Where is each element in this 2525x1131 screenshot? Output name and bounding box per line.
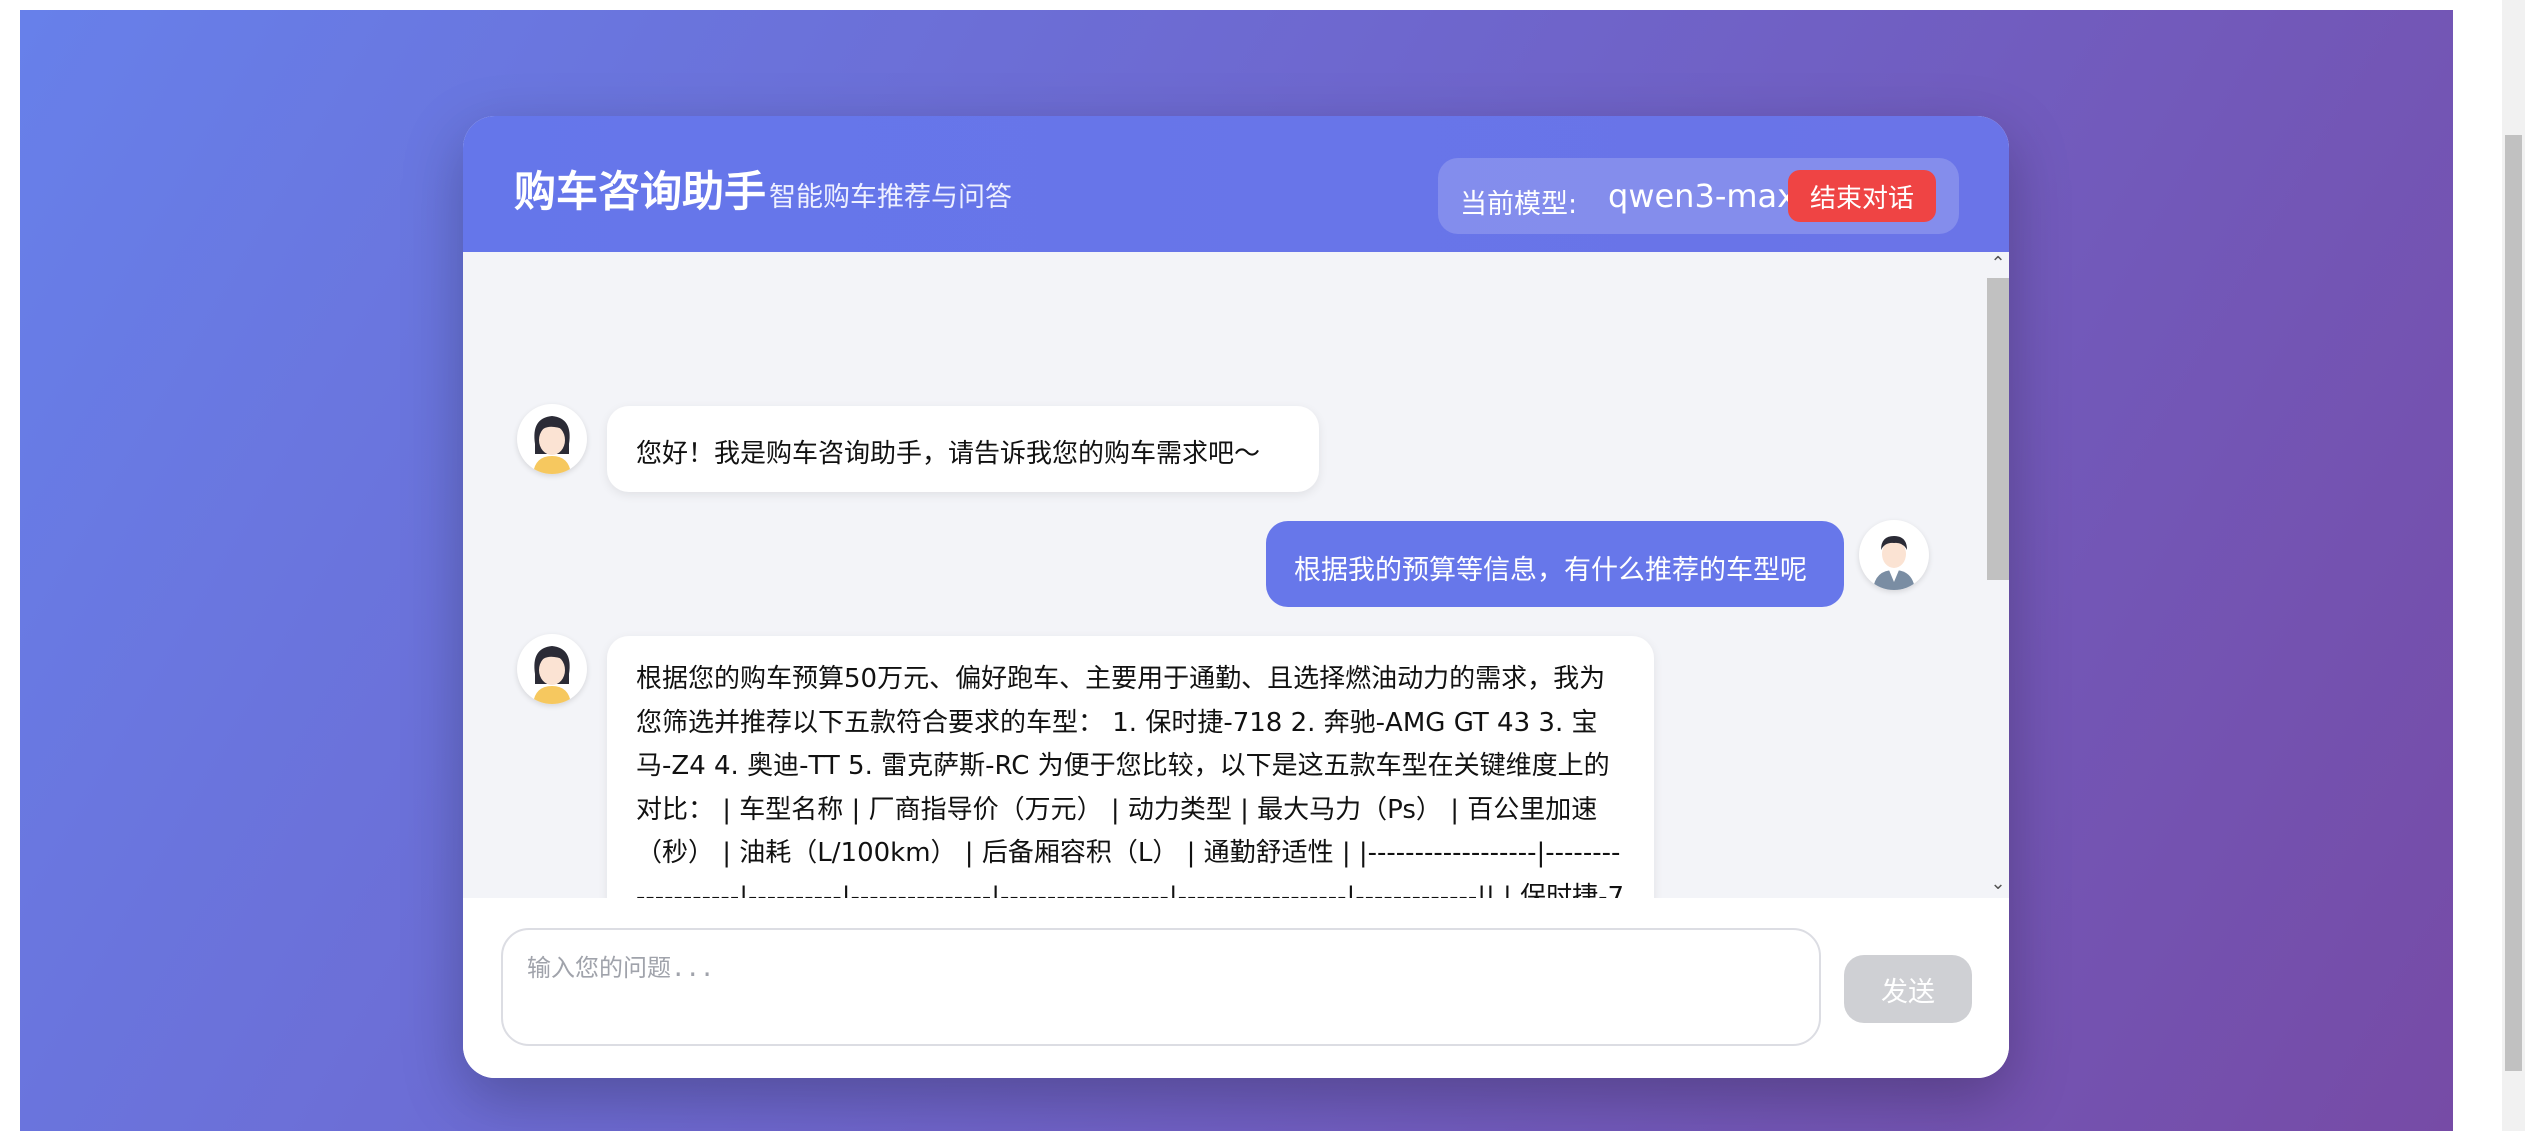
message-text: 根据我的预算等信息，有什么推荐的车型呢: [1294, 555, 1807, 586]
user-message: 根据我的预算等信息，有什么推荐的车型呢: [1266, 521, 1844, 607]
assistant-message: 根据您的购车预算50万元、偏好跑车、主要用于通勤、且选择燃油动力的需求，我为您筛…: [607, 636, 1654, 898]
chat-scrollbar[interactable]: ⌃ ⌄: [1985, 252, 2009, 898]
message-list[interactable]: 您好！我是购车咨询助手，请告诉我您的购车需求吧～ 根据我的预算等信息，有什么推荐…: [463, 252, 2009, 898]
scroll-down-icon[interactable]: ⌄: [1987, 874, 2009, 894]
page-scrollbar[interactable]: [2502, 0, 2525, 1131]
model-indicator: 当前模型: qwen3-max 结束对话: [1438, 158, 1959, 234]
scroll-up-icon[interactable]: ⌃: [1987, 254, 2009, 274]
model-name: qwen3-max: [1608, 177, 1797, 215]
app-title: 购车咨询助手: [514, 167, 767, 216]
chat-window: 购车咨询助手 智能购车推荐与问答 当前模型: qwen3-max 结束对话 您好…: [463, 116, 2009, 1078]
page-scrollbar-thumb[interactable]: [2505, 135, 2522, 1071]
message-text: 根据您的购车预算50万元、偏好跑车、主要用于通勤、且选择燃油动力的需求，我为您筛…: [636, 664, 1624, 898]
male-user-icon: [1859, 520, 1929, 590]
send-button[interactable]: 发送: [1844, 955, 1972, 1023]
chat-header: 购车咨询助手 智能购车推荐与问答 当前模型: qwen3-max 结束对话: [463, 116, 2009, 252]
model-label: 当前模型:: [1460, 189, 1578, 220]
female-assistant-icon: [517, 634, 587, 704]
message-text: 您好！我是购车咨询助手，请告诉我您的购车需求吧～: [636, 439, 1261, 469]
scrollbar-thumb[interactable]: [1987, 278, 2009, 580]
assistant-message: 您好！我是购车咨询助手，请告诉我您的购车需求吧～: [607, 406, 1319, 492]
app-subtitle: 智能购车推荐与问答: [769, 182, 1012, 213]
end-conversation-button[interactable]: 结束对话: [1788, 170, 1936, 222]
composer: 发送: [463, 898, 2009, 1078]
female-assistant-icon: [517, 404, 587, 474]
question-input[interactable]: [501, 928, 1821, 1046]
